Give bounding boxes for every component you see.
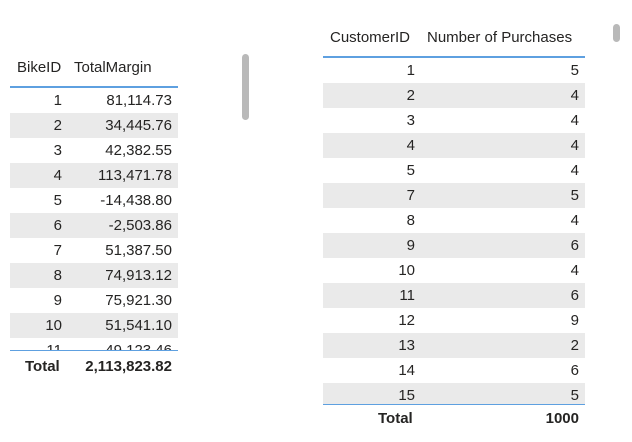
table-row[interactable]: 1 81,114.73	[10, 88, 178, 113]
column-header-customerid[interactable]: CustomerID	[330, 29, 410, 46]
customer-id-cell: 14	[398, 362, 415, 379]
table-row[interactable]: 96	[323, 233, 585, 258]
bike-table-header: BikeID TotalMargin	[10, 59, 178, 79]
customer-id-cell: 11	[399, 287, 415, 304]
bike-value-cell: -14,438.80	[100, 192, 172, 209]
bike-value-cell: -2,503.86	[108, 217, 172, 234]
total-purchases-value: 1000	[545, 410, 579, 427]
bike-id-cell: 2	[53, 117, 62, 134]
customer-id-cell: 9	[406, 237, 415, 254]
table-row[interactable]: 13 2	[323, 333, 585, 358]
customer-table-total-row: Total 1000	[323, 410, 585, 432]
customer-value-cell: 9	[570, 312, 579, 329]
table-row[interactable]: 4 113,471.78	[10, 163, 178, 188]
table-row[interactable]: 8 74,913.12	[10, 263, 178, 288]
total-label: Total	[25, 358, 60, 375]
table-row[interactable]: 12 9	[323, 308, 585, 333]
customer-id-cell: 7	[406, 187, 415, 204]
bike-value-cell: 81,114.73	[106, 92, 172, 109]
table-row[interactable]: 11 6	[323, 283, 585, 308]
bike-value-cell: 51,387.50	[105, 242, 172, 259]
customer-value-cell: 6	[570, 287, 579, 304]
bike-value-cell: 113,471.78	[98, 167, 172, 184]
table-row[interactable]: 10 4	[323, 258, 585, 283]
table-row[interactable]: 15 5	[323, 383, 585, 404]
total-divider	[10, 350, 178, 351]
customer-value-cell: 5	[570, 62, 579, 79]
table-row[interactable]: 84	[323, 208, 585, 233]
bike-id-cell: 4	[53, 167, 62, 184]
table-row[interactable]: 34	[323, 108, 585, 133]
customer-value-cell: 5	[570, 187, 579, 204]
bike-value-cell: 51,541.10	[105, 317, 172, 334]
customer-id-cell: 12	[398, 312, 415, 329]
customer-id-cell: 10	[398, 262, 415, 279]
table-row[interactable]: 14 6	[323, 358, 585, 383]
customer-id-cell: 3	[406, 112, 415, 129]
bike-id-cell: 1	[53, 92, 62, 109]
customer-table-header: CustomerID Number of Purchases	[323, 29, 585, 49]
bike-value-cell: 74,913.12	[105, 267, 172, 284]
customer-value-cell: 6	[570, 237, 579, 254]
bike-value-cell: 42,382.55	[105, 142, 172, 159]
total-margin-value: 2,113,823.82	[85, 358, 172, 375]
customer-id-cell: 2	[406, 87, 415, 104]
customer-id-cell: 13	[398, 337, 415, 354]
customer-id-cell: 1	[406, 62, 415, 79]
table-row[interactable]: 2 34,445.76	[10, 113, 178, 138]
customer-value-cell: 4	[570, 162, 579, 179]
table-row[interactable]: 54	[323, 158, 585, 183]
column-header-totalmargin[interactable]: TotalMargin	[74, 59, 152, 76]
total-divider	[323, 404, 585, 405]
bike-id-cell: 5	[53, 192, 62, 209]
customer-table-body: 1 5 2 4 3 4 4 4 5 4 7 5 8 4 9 6 10 4 11 6 12 9 13 2 14 6 15 5	[323, 58, 585, 404]
customer-value-cell: 4	[570, 212, 579, 229]
bike-id-cell: 7	[53, 242, 62, 259]
customer-id-cell: 8	[406, 212, 415, 229]
customer-purchases-table: CustomerID Number of Purchases 152434445…	[323, 24, 625, 434]
customer-id-cell: 5	[406, 162, 415, 179]
bike-margin-table: BikeID TotalMargin 1 81,114.73 2 34,445.76 3…	[10, 54, 250, 384]
column-header-bikeid[interactable]: BikeID	[17, 59, 61, 76]
bike-table-total-row: Total 2,113,823.82	[10, 358, 178, 380]
customer-value-cell: 4	[570, 262, 579, 279]
total-label: Total	[378, 410, 413, 427]
bike-id-cell: 3	[53, 142, 62, 159]
customer-value-cell: 4	[570, 87, 579, 104]
bike-table-body: 1 81,114.73 2 34,445.76 3 42,382.55 4 113,471.7…	[10, 88, 178, 351]
table-row[interactable]: 7 51,387.50	[10, 238, 178, 263]
customer-value-cell: 6	[570, 362, 579, 379]
vertical-scrollbar[interactable]	[613, 24, 620, 42]
table-row[interactable]: 44	[323, 133, 585, 158]
customer-value-cell: 5	[570, 387, 579, 404]
bike-id-cell: 6	[53, 217, 62, 234]
customer-value-cell: 4	[570, 112, 579, 129]
column-header-number-of-purchases[interactable]: Number of Purchases	[427, 29, 572, 46]
customer-value-cell: 2	[570, 337, 579, 354]
bike-id-cell: 10	[45, 317, 62, 334]
table-row[interactable]: 3 42,382.55	[10, 138, 178, 163]
customer-id-cell: 4	[406, 137, 415, 154]
bike-id-cell: 8	[53, 267, 62, 284]
table-row[interactable]: 75	[323, 183, 585, 208]
table-row[interactable]: 10 51,541.10	[10, 313, 178, 338]
table-row[interactable]: 5 -14,438.80	[10, 188, 178, 213]
table-row[interactable]: 15	[323, 58, 585, 83]
customer-id-cell: 15	[398, 387, 415, 404]
table-row[interactable]: 6 -2,503.86	[10, 213, 178, 238]
table-row[interactable]: 24	[323, 83, 585, 108]
bike-value-cell: 34,445.76	[105, 117, 172, 134]
customer-value-cell: 4	[570, 137, 579, 154]
bike-value-cell: 75,921.30	[105, 292, 172, 309]
vertical-scrollbar[interactable]	[242, 54, 249, 120]
table-row[interactable]: 9 75,921.30	[10, 288, 178, 313]
bike-id-cell: 9	[53, 292, 62, 309]
